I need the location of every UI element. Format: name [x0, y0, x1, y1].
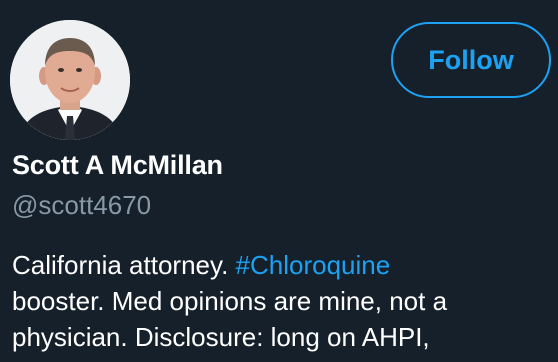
avatar-photo-icon: [10, 20, 130, 140]
display-name: Scott A McMillan: [12, 150, 223, 180]
bio-line-3: physician. Disclosure: long on AHPI,: [12, 322, 430, 352]
follow-button[interactable]: Follow: [391, 22, 551, 98]
hashtag-link[interactable]: #Chloroquine: [236, 250, 391, 280]
user-handle: @scott4670: [12, 190, 152, 220]
bio-line-1: California attorney. #Chloroquine: [12, 247, 552, 283]
bio-line-2: booster. Med opinions are mine, not a: [12, 286, 448, 316]
profile-card: Follow Scott A McMillan @scott4670 Calif…: [0, 0, 558, 362]
profile-bio: California attorney. #Chloroquine booste…: [12, 247, 552, 355]
avatar[interactable]: [10, 20, 130, 140]
bio-line-1-text: California attorney.: [12, 250, 236, 280]
